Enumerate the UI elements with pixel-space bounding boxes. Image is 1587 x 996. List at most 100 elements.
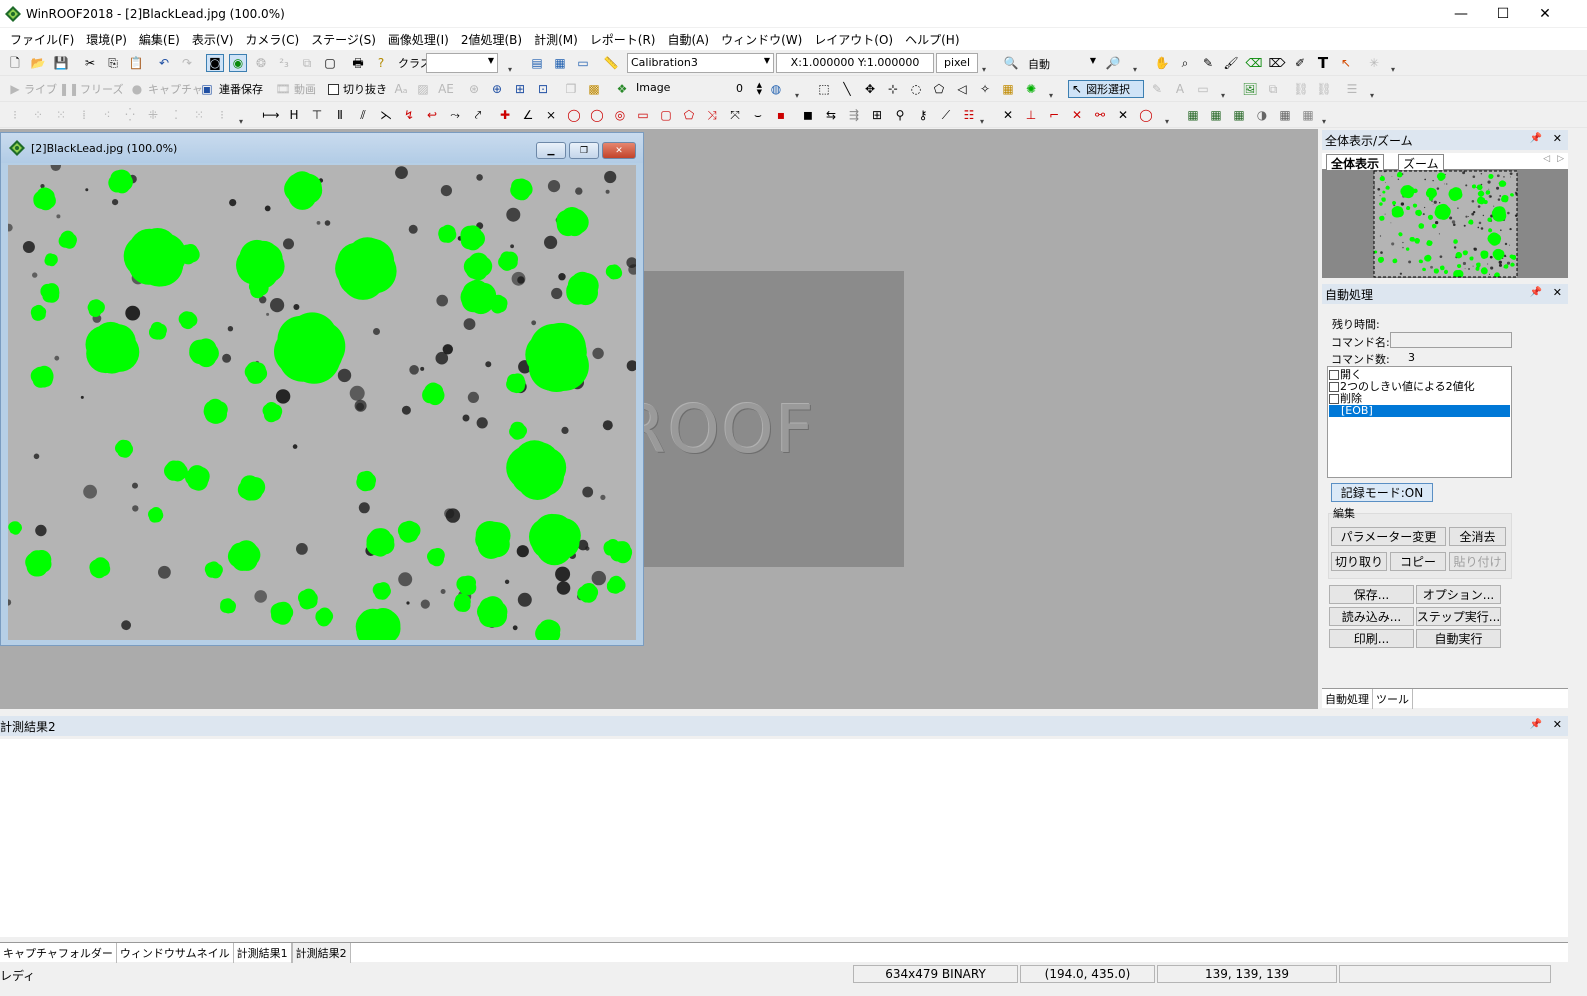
menu-camera[interactable]: カメラ(C) [239, 31, 305, 48]
video-label[interactable]: 動画 [294, 81, 316, 97]
paste-icon[interactable]: 📋 [127, 54, 145, 72]
scale-bar-icon[interactable]: ▭ [574, 54, 592, 72]
toolbar-grip-icon[interactable]: ▾ [1389, 52, 1397, 74]
save-icon[interactable]: 💾 [52, 54, 70, 72]
draw-icon[interactable]: ✎ [1148, 80, 1166, 98]
move-icon[interactable]: ⊹ [884, 80, 902, 98]
angle-icon[interactable]: ∠ [519, 106, 537, 124]
fill-icon[interactable]: 🖌 [1222, 54, 1240, 72]
toolbar-grip-icon[interactable]: ▾ [1368, 78, 1376, 100]
profile-icon[interactable]: ⟋ [937, 106, 955, 124]
magnifier-icon[interactable]: ⌕ [1176, 54, 1194, 72]
freehand-icon[interactable]: ⤨ [703, 106, 721, 124]
histogram-icon[interactable]: ⊞ [868, 106, 886, 124]
command-name-field[interactable] [1390, 332, 1512, 348]
command-checkbox[interactable] [1329, 394, 1339, 404]
capture-icon[interactable]: ● [128, 80, 146, 98]
grid-icon[interactable]: ▦ [551, 54, 569, 72]
toolbar-grip-icon[interactable]: ▾ [1163, 104, 1171, 126]
toolbar-grip-icon[interactable]: ▾ [1320, 104, 1328, 126]
scroll-left-icon[interactable]: ◁ [1543, 154, 1550, 164]
toolbar-grip-icon[interactable]: ▾ [1047, 78, 1055, 100]
menu-report[interactable]: レポート(R) [584, 31, 662, 48]
menu-view[interactable]: 表示(V) [186, 31, 240, 48]
watermark-icon[interactable]: ▨ [414, 80, 432, 98]
hatch-icon[interactable]: ⇶ [845, 106, 863, 124]
paste-button[interactable]: 貼り付け [1449, 552, 1506, 571]
command-checkbox[interactable] [1329, 382, 1339, 392]
image-copy-icon[interactable]: ⧉ [1264, 80, 1282, 98]
close-button[interactable]: ✕ [1522, 0, 1568, 27]
capture-label[interactable]: キャプチャ [148, 81, 203, 97]
menu-window[interactable]: ウィンドウ(W) [715, 31, 808, 48]
calibration-icon[interactable]: ▤ [528, 54, 546, 72]
text-aa-icon[interactable]: Aₐ [392, 80, 410, 98]
undo-icon[interactable]: ↶ [155, 54, 173, 72]
print-button[interactable]: 印刷... [1329, 629, 1414, 648]
move-vertical-icon[interactable]: ✥ [861, 80, 879, 98]
tab-results-1[interactable]: 計測結果1 [234, 943, 292, 963]
vector-icon[interactable]: ⤤ [469, 106, 487, 124]
rectangle-icon[interactable]: ▭ [634, 106, 652, 124]
spline-icon[interactable]: ⤧ [726, 106, 744, 124]
grid-select-icon[interactable]: ▦ [999, 80, 1017, 98]
report2-icon[interactable]: ▦ [1207, 106, 1225, 124]
concentric-icon[interactable]: ◎ [611, 106, 629, 124]
calibration-dropdown[interactable]: Calibration3 ▼ [627, 53, 774, 73]
menu-measure[interactable]: 計測(M) [528, 31, 584, 48]
auto-run-button[interactable]: 自動実行 [1416, 629, 1501, 648]
text-tool-icon[interactable]: T [1314, 54, 1332, 72]
report-icon[interactable]: ▦ [1184, 106, 1202, 124]
rect-select-icon[interactable]: ⬚ [815, 80, 833, 98]
sparkle-icon[interactable]: ✳ [1365, 54, 1383, 72]
play-icon[interactable]: ▶ [6, 80, 24, 98]
crop-checkbox[interactable] [324, 80, 342, 98]
zoom-out-icon[interactable]: 🔎 [1104, 54, 1122, 72]
toolbar-grip-icon[interactable]: ▾ [978, 104, 986, 126]
grid-measure-icon[interactable]: ☷ [960, 106, 978, 124]
pause-icon[interactable]: ❚❚ [59, 80, 79, 98]
zoom-dropdown[interactable]: 自動 ▼ [1024, 53, 1100, 73]
toolbar-grip-icon[interactable]: ▾ [237, 104, 245, 126]
stack-icon[interactable]: ❐ [562, 80, 580, 98]
toolbar-grip-icon[interactable]: ▾ [793, 78, 801, 100]
x-icon[interactable]: ✕ [1114, 106, 1132, 124]
freehand-select-icon[interactable]: ◁ [953, 80, 971, 98]
step-run-button[interactable]: ステップ実行... [1416, 607, 1501, 626]
circle-icon[interactable]: ◯ [565, 106, 583, 124]
freeze-label[interactable]: フリーズ [80, 81, 123, 97]
toolbar-grip-icon[interactable]: ▾ [980, 52, 988, 74]
redo-icon[interactable]: ↷ [178, 54, 196, 72]
link-icon[interactable]: ⛓ [1292, 80, 1310, 98]
rounded-rect-icon[interactable]: ▢ [657, 106, 675, 124]
toolbar-grip-icon[interactable]: ▾ [506, 52, 514, 74]
close-icon[interactable]: ✕ [1553, 286, 1562, 299]
copy-button[interactable]: コピー [1390, 552, 1446, 571]
binary-display-icon[interactable]: ◉ [229, 54, 247, 72]
binary-select-icon[interactable]: ✺ [1022, 80, 1040, 98]
path-icon[interactable]: ⤳ [446, 106, 464, 124]
new-file-icon[interactable]: 🗋 [6, 54, 24, 72]
tile-icon[interactable]: ⊞ [511, 80, 529, 98]
report3-icon[interactable]: ▦ [1230, 106, 1248, 124]
pin-icon[interactable]: 📌 [1530, 287, 1542, 298]
calibration-settings-icon[interactable]: 📏 [602, 54, 620, 72]
normal-icon[interactable]: ⊥ [1022, 106, 1040, 124]
overview-thumbnail[interactable] [1322, 170, 1568, 278]
circle-3pt-icon[interactable]: ◯ [588, 106, 606, 124]
reflect-icon[interactable]: ⇆ [822, 106, 840, 124]
menu-auto[interactable]: 自動(A) [661, 31, 715, 48]
results-table-area[interactable] [0, 739, 1568, 937]
menu-stage[interactable]: ステージ(S) [305, 31, 382, 48]
arc-length-icon[interactable]: ⌣ [749, 106, 767, 124]
tab-results-2[interactable]: 計測結果2 [291, 943, 351, 963]
point-icon[interactable]: ✚ [496, 106, 514, 124]
overlay-icon[interactable]: ❂ [252, 54, 270, 72]
tab-zoom[interactable]: ズーム [1398, 154, 1444, 171]
copy-icon[interactable]: ⎘ [104, 54, 122, 72]
multi-line-icon[interactable]: ⫽ [354, 106, 372, 124]
tab-overview[interactable]: 全体表示 [1326, 154, 1385, 171]
curve-icon[interactable]: ↯ [400, 106, 418, 124]
frame-grid-icon[interactable]: ⊡ [534, 80, 552, 98]
list-item-selected[interactable]: [EOB] [1329, 405, 1510, 417]
